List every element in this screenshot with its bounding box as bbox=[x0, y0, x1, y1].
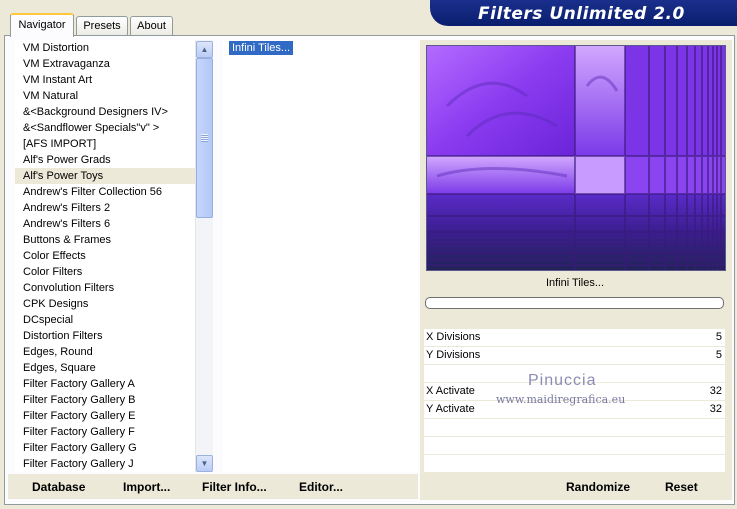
category-item[interactable]: Filter Factory Gallery F bbox=[15, 424, 195, 440]
randomize-button[interactable]: Randomize bbox=[566, 478, 630, 496]
category-item[interactable]: Edges, Square bbox=[15, 360, 195, 376]
tab-navigator[interactable]: Navigator bbox=[10, 13, 74, 37]
category-item[interactable]: Andrew's Filters 2 bbox=[15, 200, 195, 216]
category-item[interactable]: DCspecial bbox=[15, 312, 195, 328]
preview-image bbox=[426, 45, 726, 271]
category-item[interactable]: Distortion Filters bbox=[15, 328, 195, 344]
param-row-empty[interactable] bbox=[424, 455, 725, 472]
category-item[interactable]: Filter Factory Gallery B bbox=[15, 392, 195, 408]
scroll-up-arrow-icon[interactable]: ▲ bbox=[196, 41, 213, 58]
filter-info-button[interactable]: Filter Info... bbox=[202, 478, 267, 496]
param-row-empty[interactable] bbox=[424, 419, 725, 436]
category-item[interactable]: Color Filters bbox=[15, 264, 195, 280]
param-value: 5 bbox=[715, 331, 722, 343]
filter-item-selected[interactable]: Infini Tiles... bbox=[229, 41, 294, 55]
category-item[interactable]: Edges, Round bbox=[15, 344, 195, 360]
grip-icon bbox=[201, 134, 208, 142]
category-item[interactable]: VM Instant Art bbox=[15, 72, 195, 88]
app-title: Filters Unlimited 2.0 bbox=[478, 4, 685, 24]
watermark-name: Pinuccia bbox=[528, 372, 597, 389]
scroll-down-arrow-icon[interactable]: ▼ bbox=[196, 455, 213, 472]
category-item[interactable]: Andrew's Filter Collection 56 bbox=[15, 184, 195, 200]
import-button[interactable]: Import... bbox=[123, 478, 170, 496]
param-row-empty[interactable] bbox=[424, 437, 725, 454]
reset-button[interactable]: Reset bbox=[665, 478, 698, 496]
current-filter-name: Infini Tiles... bbox=[545, 277, 605, 289]
tab-about[interactable]: About bbox=[130, 16, 173, 35]
scroll-thumb[interactable] bbox=[196, 58, 213, 218]
progress-bar bbox=[425, 297, 724, 309]
param-label: Y Activate bbox=[426, 403, 475, 415]
editor-button[interactable]: Editor... bbox=[299, 478, 343, 496]
param-row-y-divisions[interactable]: Y Divisions 5 bbox=[424, 347, 725, 364]
watermark-url: www.maidiregrafica.eu bbox=[496, 393, 626, 406]
param-value: 32 bbox=[709, 385, 722, 397]
category-list[interactable]: VM Distortion VM Extravaganza VM Instant A… bbox=[15, 40, 195, 472]
category-item[interactable]: VM Extravaganza bbox=[15, 56, 195, 72]
category-item[interactable]: Filter Factory Gallery G bbox=[15, 440, 195, 456]
param-label: X Divisions bbox=[426, 331, 481, 343]
category-item[interactable]: VM Distortion bbox=[15, 40, 195, 56]
category-item[interactable]: Filter Factory Gallery A bbox=[15, 376, 195, 392]
category-item[interactable]: CPK Designs bbox=[15, 296, 195, 312]
param-row-x-divisions[interactable]: X Divisions 5 bbox=[424, 329, 725, 346]
category-item[interactable]: Andrew's Filters 6 bbox=[15, 216, 195, 232]
param-value: 32 bbox=[709, 403, 722, 415]
category-item[interactable]: [AFS IMPORT] bbox=[15, 136, 195, 152]
param-label: X Activate bbox=[426, 385, 475, 397]
category-item[interactable]: VM Natural bbox=[15, 88, 195, 104]
category-item[interactable]: Color Effects bbox=[15, 248, 195, 264]
tab-presets[interactable]: Presets bbox=[76, 16, 128, 35]
preview-tiles-graphic bbox=[427, 46, 725, 270]
category-item[interactable]: Alf's Power Toys bbox=[15, 168, 195, 184]
category-item[interactable]: Buttons & Frames bbox=[15, 232, 195, 248]
category-item[interactable]: Convolution Filters bbox=[15, 280, 195, 296]
category-item[interactable]: &<Background Designers IV> bbox=[15, 104, 195, 120]
param-value: 5 bbox=[715, 349, 722, 361]
category-item[interactable]: Alf's Power Grads bbox=[15, 152, 195, 168]
category-item[interactable]: &<Sandflower Specials"v" > bbox=[15, 120, 195, 136]
category-item[interactable]: Filter Factory Gallery E bbox=[15, 408, 195, 424]
database-button[interactable]: Database bbox=[32, 478, 85, 496]
category-scrollbar[interactable]: ▲ ▼ bbox=[195, 40, 213, 472]
param-label: Y Divisions bbox=[426, 349, 481, 361]
category-item[interactable]: Filter Factory Gallery J bbox=[15, 456, 195, 472]
filter-list[interactable]: Infini Tiles... bbox=[223, 40, 418, 472]
